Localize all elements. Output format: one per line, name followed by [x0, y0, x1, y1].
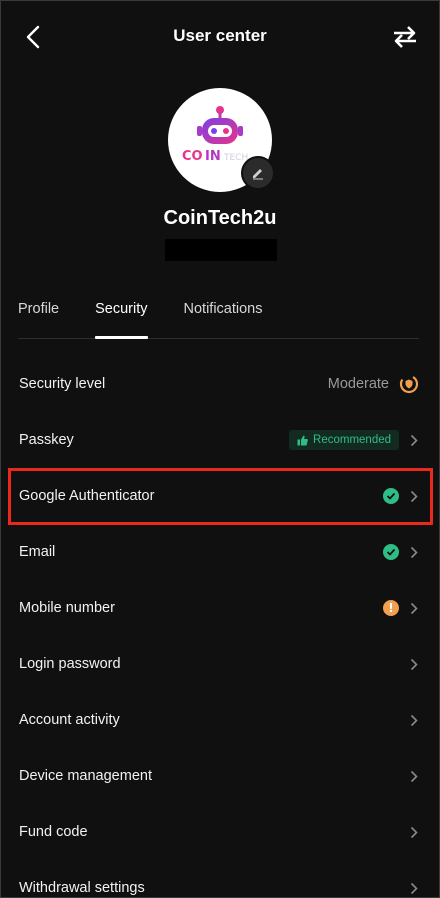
row-label: Withdrawal settings [19, 880, 145, 896]
username: CoinTech2u [163, 207, 277, 229]
page-title: User center [173, 26, 267, 45]
tab-bar: Profile Security Notifications [18, 297, 419, 339]
chevron-right-icon [409, 713, 419, 727]
avatar-container: CO IN TECH [168, 88, 275, 192]
edit-avatar-button[interactable] [241, 156, 275, 190]
row-label: Mobile number [19, 600, 115, 616]
chevron-right-icon [409, 545, 419, 559]
svg-text:CO: CO [182, 149, 203, 164]
header: User center [1, 1, 439, 71]
row-label: Fund code [19, 824, 88, 840]
warning-circle-icon: ! [383, 600, 399, 616]
chevron-right-icon [409, 433, 419, 447]
row-passkey[interactable]: Passkey Recommended [1, 412, 439, 468]
row-label: Device management [19, 768, 152, 784]
back-button[interactable] [19, 23, 47, 51]
row-label: Passkey [19, 432, 74, 448]
chevron-right-icon [409, 489, 419, 503]
swap-arrows-icon [394, 26, 416, 48]
shield-gauge-icon [399, 374, 419, 394]
tab-notifications[interactable]: Notifications [184, 297, 263, 338]
row-security-level[interactable]: Security level Moderate [1, 356, 439, 412]
tab-profile[interactable]: Profile [18, 297, 59, 338]
chevron-right-icon [409, 769, 419, 783]
security-list: Security level Moderate Passkey Recommen… [1, 356, 439, 897]
row-account-activity[interactable]: Account activity [1, 692, 439, 748]
row-label: Login password [19, 656, 121, 672]
row-device-management[interactable]: Device management [1, 748, 439, 804]
row-email[interactable]: Email [1, 524, 439, 580]
security-level-value: Moderate [327, 376, 389, 392]
chevron-right-icon [409, 881, 419, 895]
chevron-left-icon [26, 25, 40, 49]
tab-security[interactable]: Security [95, 297, 148, 339]
redacted-uid [165, 239, 277, 261]
check-circle-icon [383, 544, 399, 560]
row-label: Account activity [19, 712, 120, 728]
chevron-right-icon [409, 825, 419, 839]
svg-text:IN: IN [205, 149, 221, 164]
row-mobile-number[interactable]: Mobile number ! [1, 580, 439, 636]
row-login-password[interactable]: Login password [1, 636, 439, 692]
pencil-icon [253, 169, 263, 180]
recommended-label: Recommended [313, 434, 391, 446]
row-label: Security level [19, 376, 106, 392]
switch-account-button[interactable] [389, 21, 421, 53]
row-fund-code[interactable]: Fund code [1, 804, 439, 860]
row-google-authenticator[interactable]: Google Authenticator [1, 468, 439, 524]
recommended-badge: Recommended [289, 430, 399, 450]
row-label: Google Authenticator [19, 488, 155, 504]
thumbs-up-icon [297, 435, 308, 445]
chevron-right-icon [409, 657, 419, 671]
check-circle-icon [383, 488, 399, 504]
chevron-right-icon [409, 601, 419, 615]
row-label: Email [19, 544, 56, 560]
row-withdrawal-settings[interactable]: Withdrawal settings [1, 860, 439, 897]
user-center-screen: User center CO IN TECH CoinTech2u Profil… [0, 0, 440, 898]
